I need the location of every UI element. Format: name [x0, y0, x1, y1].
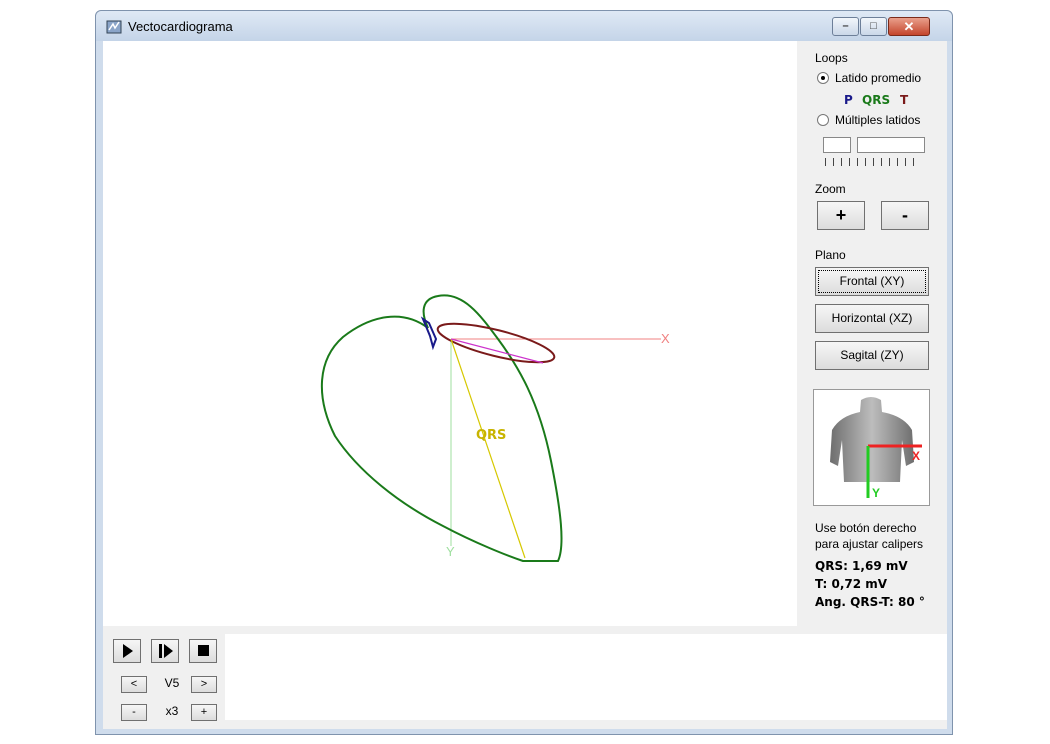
loops-title: Loops — [815, 51, 848, 65]
latido-promedio-radio[interactable] — [817, 72, 829, 84]
multiples-latidos-label[interactable]: Múltiples latidos — [835, 113, 920, 127]
lead-prev-button[interactable]: < — [121, 676, 147, 693]
stop-icon — [198, 645, 209, 656]
torso-orientation-view: X Y — [813, 389, 930, 506]
playback-bar: < V5 > - x3 + — [103, 626, 947, 729]
ecg-strip[interactable] — [225, 634, 947, 720]
multiples-latidos-radio[interactable] — [817, 114, 829, 126]
torso-x-label: X — [912, 449, 920, 463]
plano-title: Plano — [815, 248, 846, 262]
step-icon — [159, 644, 173, 658]
qrs-vector — [450, 338, 526, 559]
lead-label: V5 — [164, 676, 180, 690]
app-icon — [106, 20, 122, 34]
vcg-plot: X Y QRS — [320, 294, 670, 562]
qrs-vector-label: QRS — [476, 428, 506, 443]
x-axis-label: X — [661, 331, 670, 346]
vcg-canvas[interactable]: X Y QRS — [103, 41, 797, 626]
scale-plus-button[interactable]: + — [191, 704, 217, 721]
title-bar[interactable]: Vectocardiograma – □ ✕ — [96, 11, 952, 41]
client-area: X Y QRS Loops Latido promedio P QRS T Mú… — [103, 41, 947, 729]
maximize-button[interactable]: □ — [860, 17, 887, 36]
close-icon: ✕ — [903, 19, 915, 34]
t-vector — [450, 338, 544, 364]
qrs-t-angle: Ang. QRS-T: 80 ° — [815, 595, 925, 609]
help-text-line1: Use botón derecho — [815, 521, 917, 535]
qrs-amplitude: QRS: 1,69 mV — [815, 559, 908, 573]
horizontal-button[interactable]: Horizontal (XZ) — [815, 304, 929, 333]
torso-image: X Y — [830, 397, 922, 500]
zoom-out-button[interactable]: - — [881, 201, 929, 230]
legend-qrs: QRS — [862, 93, 891, 107]
beat-start-field[interactable] — [823, 137, 851, 153]
stop-button[interactable] — [189, 639, 217, 663]
latido-promedio-label[interactable]: Latido promedio — [835, 71, 921, 85]
window-title: Vectocardiograma — [128, 19, 233, 34]
maximize-icon: □ — [870, 20, 877, 32]
zoom-in-button[interactable]: + — [817, 201, 865, 230]
play-button[interactable] — [113, 639, 141, 663]
lead-next-button[interactable]: > — [191, 676, 217, 693]
minimize-button[interactable]: – — [832, 17, 859, 36]
sagital-button[interactable]: Sagital (ZY) — [815, 341, 929, 370]
legend-p: P — [844, 93, 853, 107]
torso-y-label: Y — [872, 486, 880, 500]
app-window: Vectocardiograma – □ ✕ X Y QRS Loops Lat… — [95, 10, 953, 735]
minimize-icon: – — [842, 20, 849, 32]
y-axis-label: Y — [446, 544, 455, 559]
scale-label: x3 — [165, 704, 179, 718]
scale-minus-button[interactable]: - — [121, 704, 147, 721]
control-panel: Loops Latido promedio P QRS T Múltiples … — [797, 41, 947, 626]
legend-t: T — [900, 93, 909, 107]
step-button[interactable] — [151, 639, 179, 663]
frontal-button[interactable]: Frontal (XY) — [815, 267, 929, 296]
t-amplitude: T: 0,72 mV — [815, 577, 888, 591]
beat-slider[interactable] — [825, 158, 921, 166]
beat-range-field[interactable] — [857, 137, 925, 153]
close-button[interactable]: ✕ — [888, 17, 930, 36]
zoom-title: Zoom — [815, 182, 846, 196]
p-loop — [420, 316, 438, 351]
play-icon — [123, 644, 133, 658]
help-text-line2: para ajustar calipers — [815, 537, 924, 551]
